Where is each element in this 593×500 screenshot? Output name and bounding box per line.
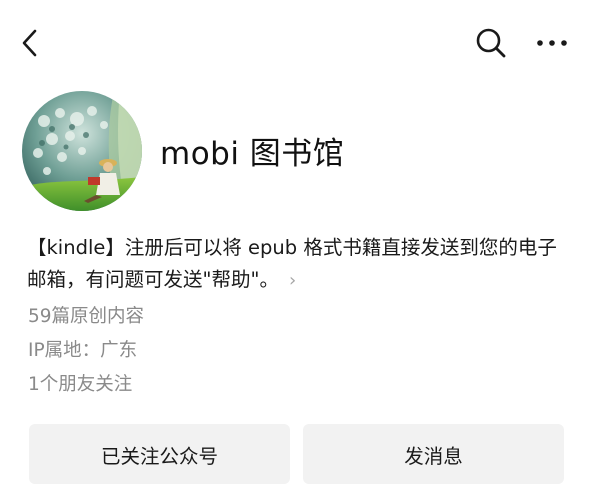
chevron-right-icon: › bbox=[288, 270, 297, 291]
avatar[interactable] bbox=[22, 91, 142, 211]
account-name: mobi 图书馆 bbox=[160, 136, 345, 172]
friends-following[interactable]: 1个朋友关注 bbox=[28, 370, 132, 396]
send-message-button[interactable]: 发消息 bbox=[303, 424, 564, 484]
ip-location: IP属地：广东 bbox=[28, 340, 138, 361]
account-intro[interactable]: 【kindle】注册后可以将 epub 格式书籍直接发送到您的电子邮箱，有问题可… bbox=[27, 232, 572, 297]
back-icon[interactable] bbox=[16, 26, 44, 60]
followed-button[interactable]: 已关注公众号 bbox=[29, 424, 290, 484]
more-dots-icon[interactable] bbox=[532, 30, 572, 56]
avatar-painting bbox=[22, 91, 142, 211]
top-bar bbox=[0, 0, 593, 88]
original-articles-count[interactable]: 59篇原创内容 bbox=[28, 302, 144, 328]
search-icon[interactable] bbox=[474, 26, 508, 60]
